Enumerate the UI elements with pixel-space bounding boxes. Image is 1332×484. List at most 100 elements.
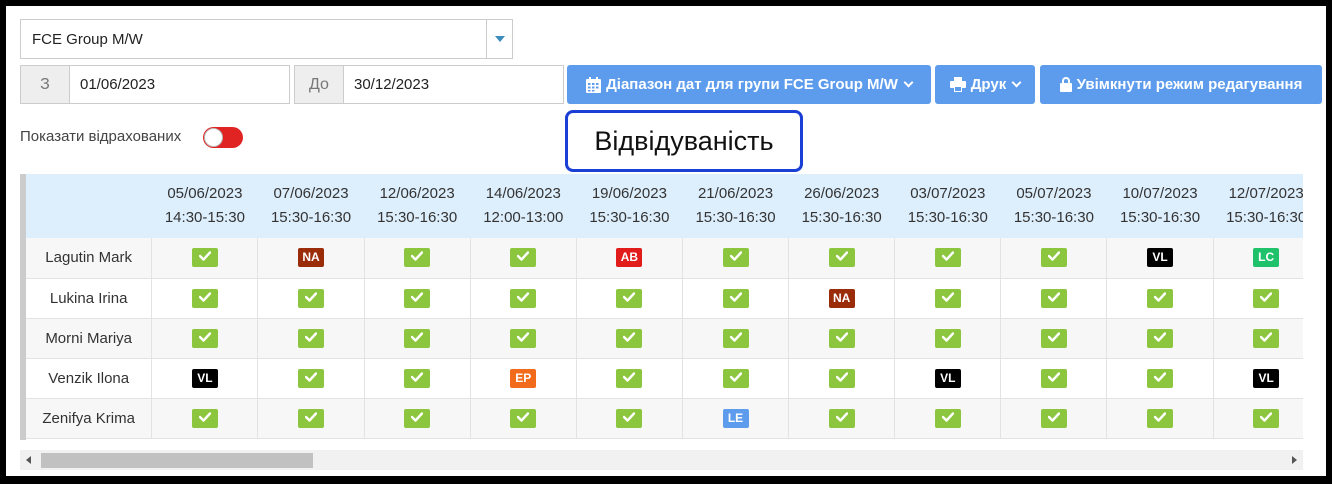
attendance-cell[interactable] — [894, 398, 1002, 439]
attendance-cell[interactable] — [257, 358, 365, 399]
attendance-cell[interactable] — [470, 318, 577, 359]
attendance-cell[interactable]: EP — [470, 358, 577, 399]
attendance-cell[interactable] — [682, 278, 790, 319]
attendance-cell[interactable] — [1106, 358, 1214, 399]
check-icon — [1147, 408, 1174, 428]
group-select[interactable]: FCE Group M/W — [20, 19, 513, 59]
attendance-cell[interactable]: AB — [576, 238, 683, 279]
session-date: 21/06/2023 — [697, 185, 774, 202]
check-icon — [510, 248, 537, 268]
attendance-cell[interactable]: NA — [257, 238, 365, 279]
attendance-cell[interactable] — [470, 238, 577, 279]
attendance-cell[interactable] — [364, 238, 471, 279]
date-from-input[interactable]: 01/06/2023 — [70, 65, 290, 104]
horizontal-scrollbar[interactable] — [20, 450, 1303, 470]
attendance-cell[interactable] — [364, 398, 471, 439]
attendance-cell[interactable] — [1213, 398, 1303, 439]
attendance-cell[interactable] — [1106, 278, 1214, 319]
check-icon — [191, 288, 218, 308]
attendance-page: FCE Group M/W З 01/06/2023 До 30/12/2023… — [6, 6, 1326, 476]
check-icon — [934, 328, 961, 348]
attendance-cell[interactable]: VL — [1213, 358, 1303, 399]
session-time: 15:30-16:30 — [907, 209, 988, 226]
attendance-cell[interactable] — [682, 358, 790, 399]
attendance-cell[interactable] — [1000, 238, 1108, 279]
attendance-cell[interactable] — [576, 358, 683, 399]
session-time: 15:30-16:30 — [377, 209, 458, 226]
session-time: 14:30-15:30 — [164, 209, 245, 226]
attendance-cell[interactable] — [1106, 398, 1214, 439]
student-name: Lagutin Mark — [26, 238, 153, 279]
attendance-cell[interactable] — [1000, 278, 1108, 319]
session-header: 26/06/2023 15:30-16:30 — [788, 174, 896, 238]
attendance-cell[interactable] — [894, 238, 1002, 279]
print-button[interactable]: Друк — [935, 65, 1035, 104]
attendance-cell[interactable] — [257, 278, 365, 319]
attendance-cell[interactable] — [364, 278, 471, 319]
attendance-cell[interactable] — [1213, 318, 1303, 359]
chevron-down-icon[interactable] — [486, 20, 512, 58]
attendance-cell[interactable] — [1000, 358, 1108, 399]
page-title: Відвідуваність — [565, 110, 803, 172]
attendance-cell[interactable] — [364, 318, 471, 359]
check-icon — [404, 248, 431, 268]
scroll-left-icon[interactable] — [26, 456, 31, 464]
attendance-cell[interactable] — [257, 318, 365, 359]
attendance-cell[interactable]: LC — [1213, 238, 1303, 279]
attendance-cell[interactable] — [151, 318, 259, 359]
check-icon — [404, 408, 431, 428]
attendance-cell[interactable] — [470, 278, 577, 319]
attendance-cell[interactable] — [682, 318, 790, 359]
check-icon — [934, 288, 961, 308]
attendance-code-badge: NA — [828, 288, 855, 308]
student-name: Venzik Ilona — [26, 358, 153, 399]
attendance-cell[interactable]: VL — [1106, 238, 1214, 279]
student-name: Morni Mariya — [26, 318, 153, 359]
session-header: 07/06/2023 15:30-16:30 — [257, 174, 365, 238]
attendance-cell[interactable] — [364, 358, 471, 399]
attendance-cell[interactable] — [1213, 278, 1303, 319]
attendance-cell[interactable]: NA — [788, 278, 896, 319]
session-date: 12/06/2023 — [379, 185, 455, 202]
attendance-cell[interactable] — [151, 398, 259, 439]
attendance-cell[interactable] — [151, 238, 259, 279]
attendance-cell[interactable]: LE — [682, 398, 790, 439]
attendance-cell[interactable] — [788, 238, 896, 279]
attendance-code-badge: LE — [722, 408, 749, 428]
attendance-cell[interactable] — [576, 318, 683, 359]
show-expelled-toggle[interactable] — [203, 127, 243, 148]
attendance-cell[interactable] — [894, 318, 1002, 359]
scroll-thumb[interactable] — [41, 453, 313, 468]
check-icon — [616, 368, 643, 388]
session-date: 05/06/2023 — [167, 185, 243, 202]
check-icon — [404, 288, 431, 308]
session-header: 03/07/2023 15:30-16:30 — [894, 174, 1002, 238]
scroll-right-icon[interactable] — [1292, 456, 1297, 464]
attendance-code-badge: EP — [510, 368, 537, 388]
attendance-cell[interactable] — [894, 278, 1002, 319]
attendance-code-badge: AB — [616, 248, 643, 268]
session-header: 14/06/2023 12:00-13:00 — [470, 174, 577, 238]
attendance-cell[interactable] — [257, 398, 365, 439]
attendance-cell[interactable]: VL — [151, 358, 259, 399]
attendance-cell[interactable] — [788, 358, 896, 399]
attendance-cell[interactable] — [788, 318, 896, 359]
session-date: 05/07/2023 — [1016, 185, 1092, 202]
attendance-cell[interactable] — [682, 238, 790, 279]
attendance-cell[interactable] — [470, 398, 577, 439]
date-to-input[interactable]: 30/12/2023 — [344, 65, 564, 104]
check-icon — [1040, 328, 1067, 348]
attendance-cell[interactable] — [1000, 398, 1108, 439]
attendance-code-badge: VL — [191, 368, 218, 388]
attendance-cell[interactable] — [576, 278, 683, 319]
enable-edit-mode-button[interactable]: Увімкнути режим редагування — [1040, 65, 1322, 104]
attendance-cell[interactable] — [576, 398, 683, 439]
printer-icon — [949, 77, 966, 92]
date-range-button[interactable]: Діапазон дат для групи FCE Group M/W — [567, 65, 931, 104]
check-icon — [722, 368, 749, 388]
attendance-cell[interactable] — [1106, 318, 1214, 359]
attendance-cell[interactable]: VL — [894, 358, 1002, 399]
attendance-cell[interactable] — [788, 398, 896, 439]
attendance-cell[interactable] — [151, 278, 259, 319]
attendance-cell[interactable] — [1000, 318, 1108, 359]
